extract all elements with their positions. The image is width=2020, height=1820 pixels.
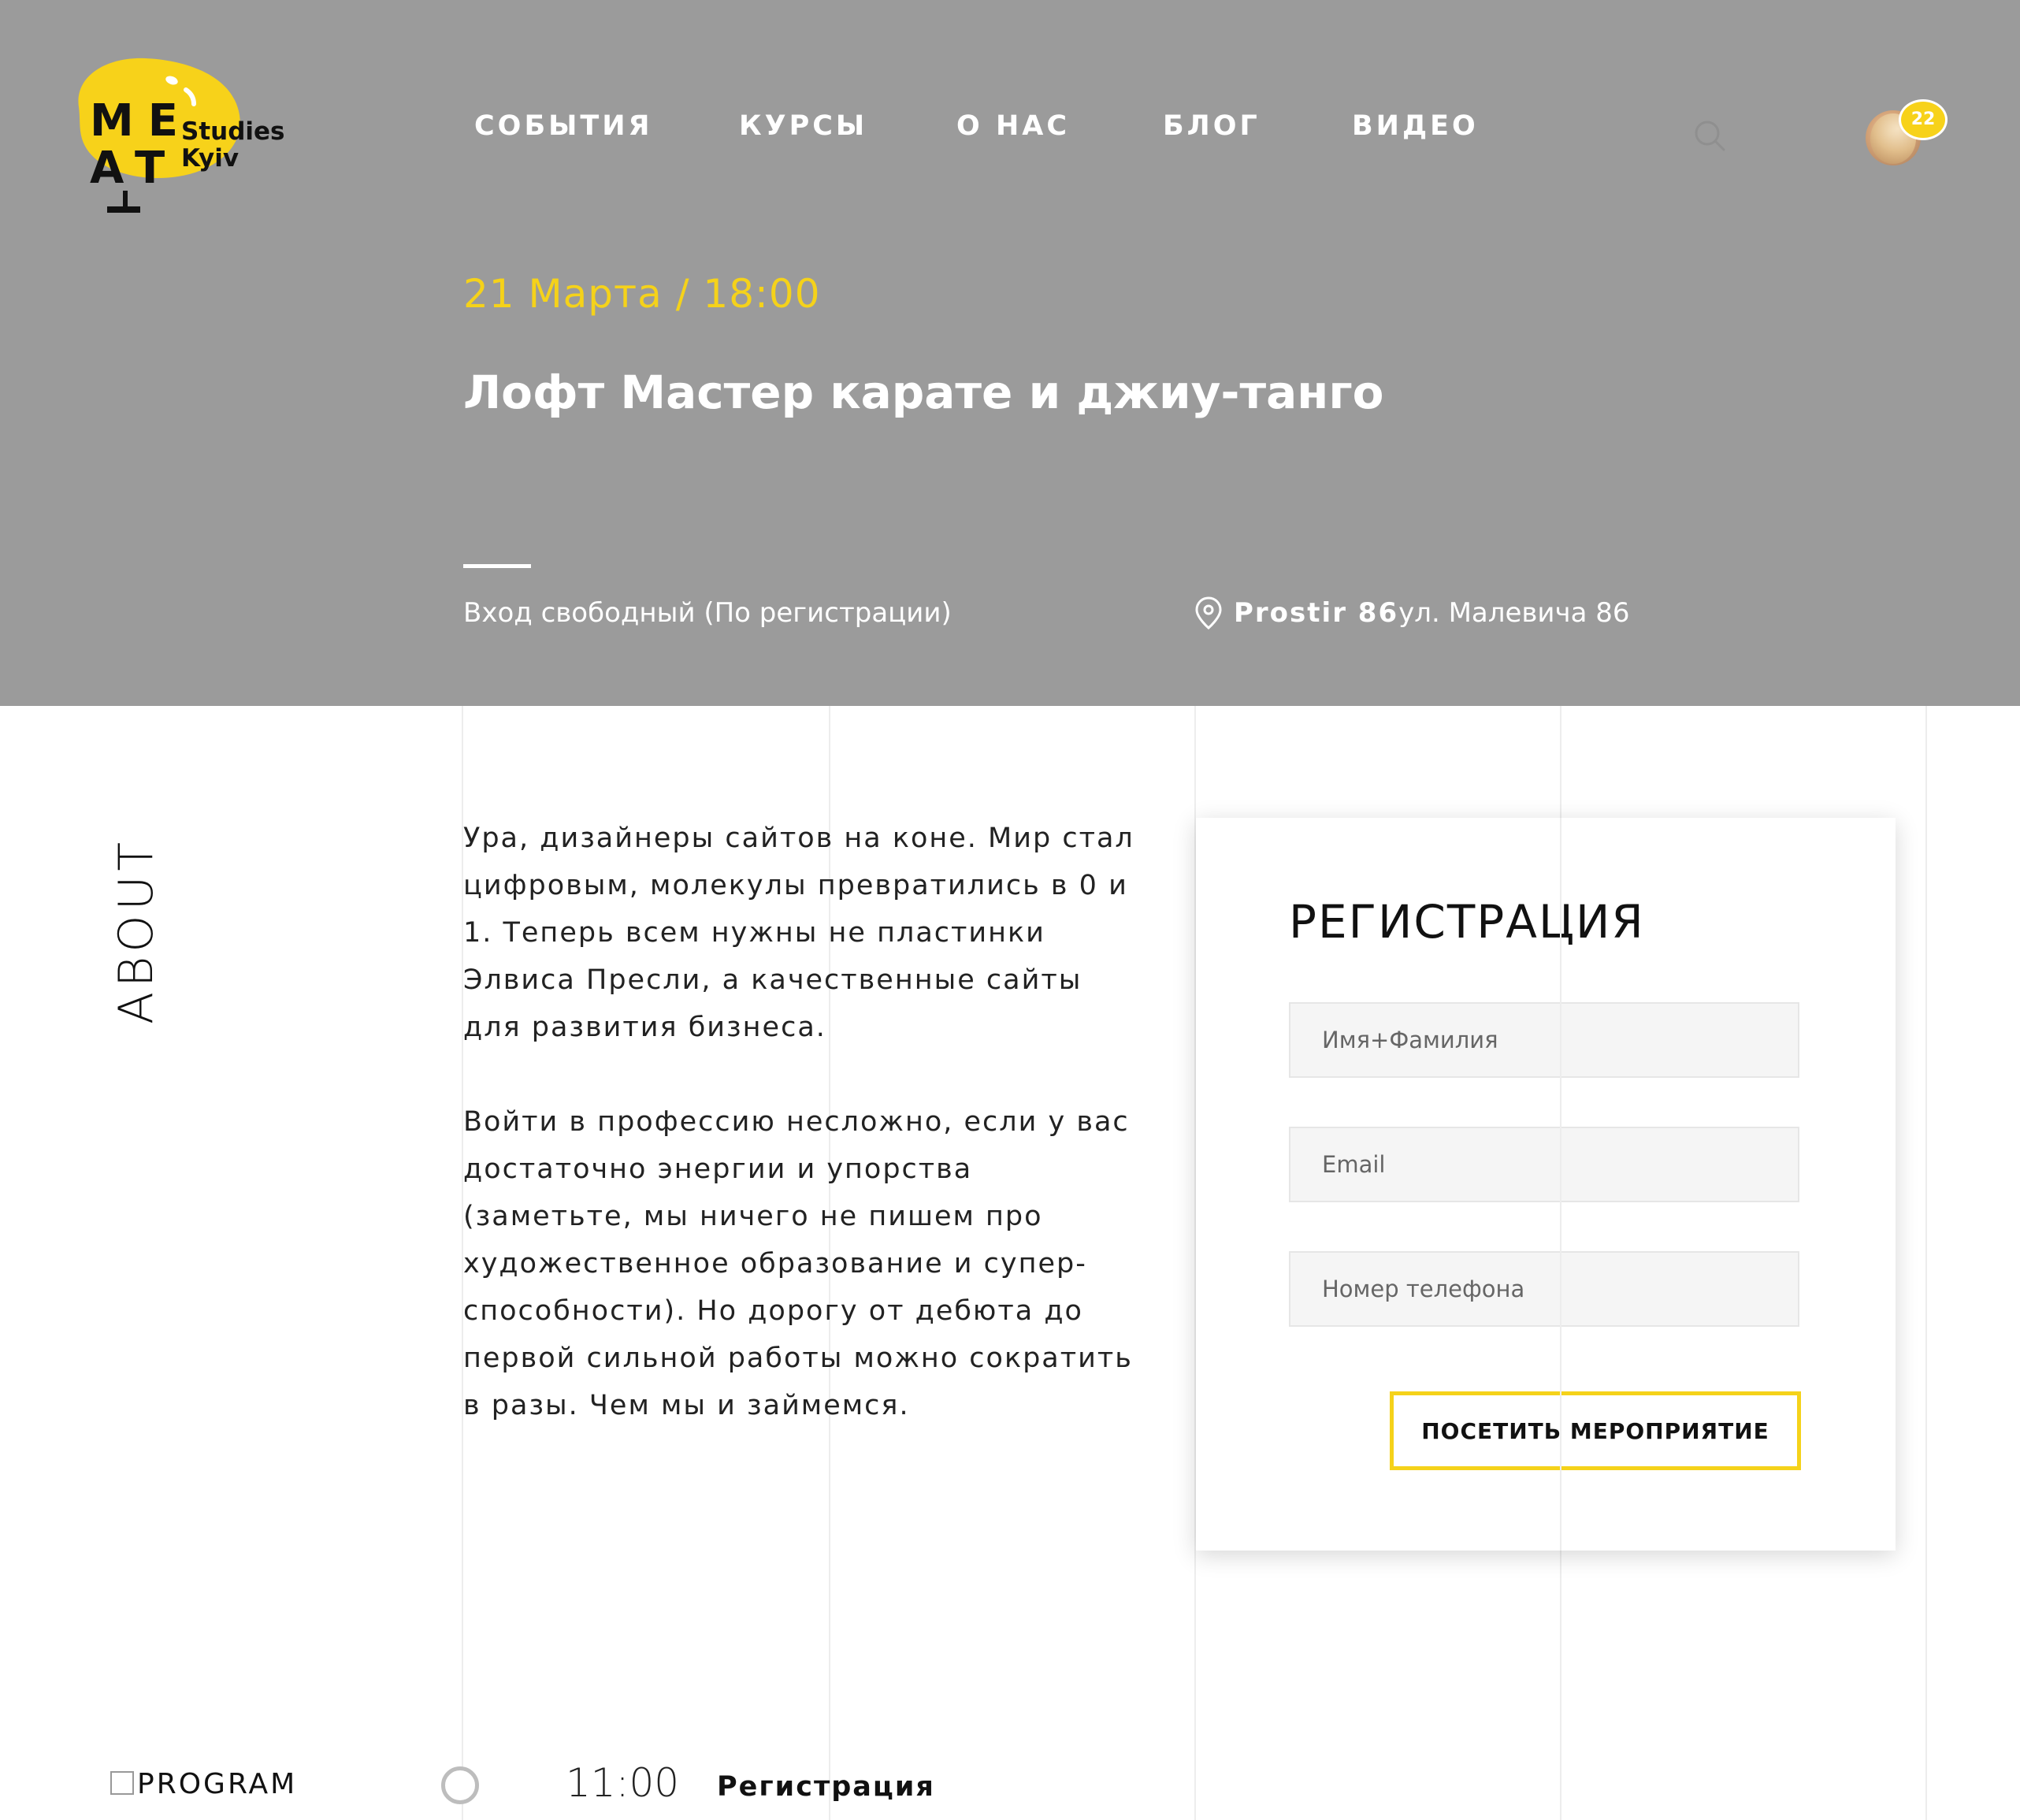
search-icon[interactable] (1692, 118, 1727, 153)
nav-item-courses[interactable]: КУРСЫ (739, 110, 867, 142)
timeline-dot (441, 1766, 479, 1804)
divider (463, 564, 531, 568)
event-hero: ME AT Studies Kyiv СОБЫТИЯ КУРСЫ О НАС Б… (0, 0, 2020, 706)
logo-underline (107, 206, 140, 213)
event-venue[interactable]: Prostir 86ул. Малевича 86 (1234, 597, 1630, 629)
registration-card: РЕГИСТРАЦИЯ ПОСЕТИТЬ МЕРОПРИЯТИЕ (1196, 818, 1896, 1551)
logo-letters: ME AT (90, 95, 192, 194)
entry-note: Вход свободный (По регистрации) (463, 597, 952, 629)
about-paragraph: Войти в профессию несложно, если у вас д… (463, 1106, 1133, 1421)
nav-item-blog[interactable]: БЛОГ (1163, 110, 1261, 142)
site-logo[interactable]: ME AT Studies Kyiv (68, 52, 304, 225)
attend-event-button[interactable]: ПОСЕТИТЬ МЕРОПРИЯТИЕ (1390, 1391, 1801, 1470)
program-image-alt: PROGRAM (137, 1768, 298, 1800)
venue-address: ул. Малевича 86 (1398, 597, 1630, 629)
about-paragraph: Ура, дизайнеры сайтов на коне. Мир стал … (463, 823, 1134, 1043)
grid-line (1560, 818, 1561, 1551)
registration-title: РЕГИСТРАЦИЯ (1289, 895, 1645, 949)
event-date: 21 Марта / 18:00 (463, 271, 821, 317)
about-text: Ура, дизайнеры сайтов на коне. Мир стал … (463, 815, 1141, 1476)
email-field[interactable] (1289, 1127, 1799, 1202)
nav-item-video[interactable]: ВИДЕО (1352, 110, 1479, 142)
about-label: ABOUT (109, 837, 164, 1024)
nav-item-about[interactable]: О НАС (956, 110, 1070, 142)
program-time: 11:00 (566, 1760, 680, 1806)
map-pin-icon (1194, 596, 1223, 630)
name-field[interactable] (1289, 1002, 1799, 1078)
program-image: PROGRAM (110, 1768, 297, 1800)
event-title: Лофт Мастер карате и джиу-танго (463, 366, 1384, 419)
phone-field[interactable] (1289, 1251, 1799, 1327)
nav-item-events[interactable]: СОБЫТИЯ (474, 110, 653, 142)
notification-badge[interactable]: 22 (1899, 99, 1948, 140)
venue-name: Prostir 86 (1234, 597, 1399, 629)
program-item-title: Регистрация (717, 1771, 935, 1803)
broken-image-icon (110, 1771, 134, 1795)
logo-subtitle: Studies Kyiv (181, 117, 285, 173)
grid-line (1925, 706, 1927, 1820)
